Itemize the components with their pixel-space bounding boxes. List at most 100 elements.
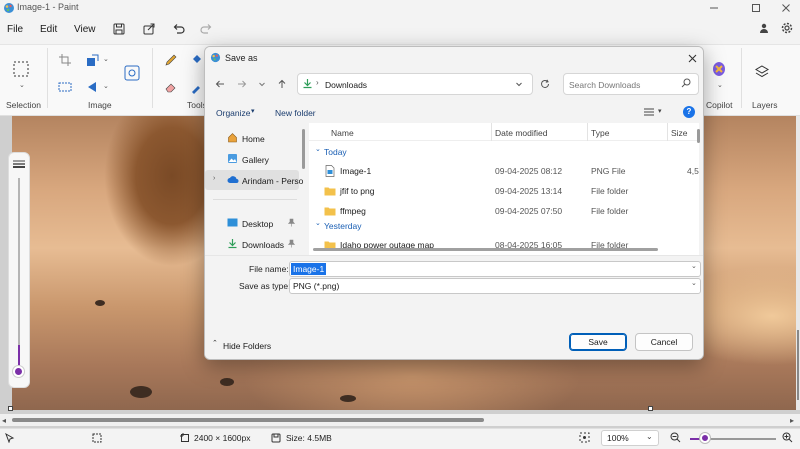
layers-icon[interactable] [754,64,772,82]
pin-icon [288,218,295,227]
up-arrow-icon[interactable] [275,77,289,91]
search-input[interactable]: Search Downloads [569,80,640,90]
nav-item-gallery[interactable]: Gallery [205,149,299,169]
hide-folders-caret-icon[interactable]: ⌃ [212,339,218,347]
column-divider[interactable] [667,123,668,141]
address-dropdown-chevron-icon[interactable] [513,78,525,90]
resize-handle[interactable] [648,406,653,411]
group-collapse-chevron-icon[interactable]: ⌄ [315,145,321,153]
crop-icon[interactable] [58,53,76,71]
file-row[interactable]: ffmpeg 09-04-2025 07:50 File folder [309,201,699,221]
downloads-icon [227,238,238,249]
vertical-scrollbar-thumb[interactable] [797,330,799,400]
settings-gear-icon[interactable] [781,22,797,38]
help-icon[interactable]: ? [683,106,695,118]
close-window-button[interactable] [772,0,800,16]
file-type: PNG File [591,166,626,176]
file-list: Name Date modified ⌃ Type Size ⌄ Today I… [309,123,699,255]
file-row[interactable]: Image-1 09-04-2025 08:12 PNG File 4,5 [309,161,699,181]
dialog-close-icon[interactable] [685,51,699,65]
column-date-modified[interactable]: Date modified [495,128,547,146]
search-icon[interactable] [681,78,691,88]
save-type-select[interactable] [289,278,701,294]
cursor-position-icon [5,433,15,443]
zoom-in-icon[interactable] [782,432,793,443]
pencil-icon[interactable] [164,53,182,71]
file-name-chevron-icon[interactable]: ⌄ [691,262,697,270]
nav-item-downloads[interactable]: Downloads [205,234,299,254]
address-location[interactable]: Downloads [325,80,367,90]
file-name-input[interactable]: Image-1 [291,263,327,275]
undo-icon[interactable] [172,22,188,38]
back-arrow-icon[interactable] [213,77,227,91]
zoom-out-icon[interactable] [670,432,681,443]
file-name-field[interactable] [289,261,701,277]
save-type-label: Save as type: [239,281,291,291]
new-folder-button[interactable]: New folder [275,108,316,118]
file-list-vscroll-thumb[interactable] [697,129,700,143]
resize-handle[interactable] [8,406,13,411]
zoom-slider-thumb[interactable] [700,433,710,443]
group-header-today[interactable]: Today [324,147,347,157]
redo-icon[interactable] [199,22,215,38]
image-subject-icon[interactable] [124,65,142,83]
view-options-icon[interactable] [643,107,655,117]
nav-item-desktop[interactable]: Desktop [205,213,299,233]
selection-chevron-icon[interactable]: ⌄ [19,81,25,89]
group-header-yesterday[interactable]: Yesterday [324,221,362,231]
view-options-caret-icon[interactable]: ▾ [658,107,662,115]
refresh-icon[interactable] [537,76,553,92]
expand-chevron-icon[interactable]: › [213,175,215,182]
group-collapse-chevron-icon[interactable]: ⌄ [315,219,321,227]
size-slider-thumb[interactable] [13,366,24,377]
file-row[interactable]: Idaho power outage map 08-04-2025 16:05 … [309,235,699,255]
resize-icon[interactable] [86,53,104,71]
maximize-button[interactable] [742,0,770,16]
column-divider[interactable] [587,123,588,141]
account-icon[interactable] [758,22,774,38]
cancel-button[interactable]: Cancel [635,333,693,351]
minimize-button[interactable] [700,0,728,16]
nav-item-onedrive[interactable]: › Arindam - Perso [205,170,303,190]
horizontal-scrollbar-thumb[interactable] [12,418,484,422]
menu-edit[interactable]: Edit [40,24,57,35]
column-size[interactable]: Size [671,128,688,146]
flip-icon[interactable] [86,80,104,98]
flip-chevron-icon[interactable]: ⌄ [103,82,109,90]
menu-view[interactable]: View [74,24,96,35]
nav-pane-scrollbar-thumb[interactable] [302,129,305,169]
column-type[interactable]: Type [591,128,609,146]
file-date: 09-04-2025 08:12 [495,166,563,176]
save-button[interactable]: Save [569,333,627,351]
rock [340,395,356,402]
scroll-left-arrow-icon[interactable]: ◂ [2,416,6,425]
file-row[interactable]: jfif to png 09-04-2025 13:14 File folder [309,181,699,201]
save-icon[interactable] [112,22,128,38]
thickness-icon [13,160,25,168]
menu-file[interactable]: File [7,24,23,35]
home-icon [227,132,238,143]
selection-icon[interactable] [12,60,30,78]
column-divider[interactable] [491,123,492,141]
select-all-icon[interactable] [58,80,76,98]
copilot-chevron-icon[interactable]: ⌄ [717,81,723,89]
size-slider-track[interactable] [18,178,20,368]
resize-chevron-icon[interactable]: ⌄ [103,55,109,63]
file-name: ffmpeg [340,206,366,216]
organize-button[interactable]: Organize [216,108,251,118]
recent-chevron-down-icon[interactable] [256,77,268,91]
column-name[interactable]: Name [331,128,354,146]
fit-to-window-icon[interactable] [579,432,590,443]
zoom-chevron-down-icon[interactable]: ⌄ [646,432,653,441]
scroll-right-arrow-icon[interactable]: ▸ [790,416,794,425]
forward-arrow-icon[interactable] [235,77,249,91]
hide-folders-button[interactable]: Hide Folders [223,341,271,351]
copilot-icon[interactable] [710,60,728,78]
file-list-hscroll-thumb[interactable] [313,248,658,251]
save-type-chevron-icon[interactable]: ⌄ [691,279,697,287]
nav-item-home[interactable]: Home [205,128,299,148]
rock [220,378,234,386]
share-icon[interactable] [142,22,158,38]
eraser-icon[interactable] [164,80,182,98]
file-size: Size: 4.5MB [286,433,332,443]
